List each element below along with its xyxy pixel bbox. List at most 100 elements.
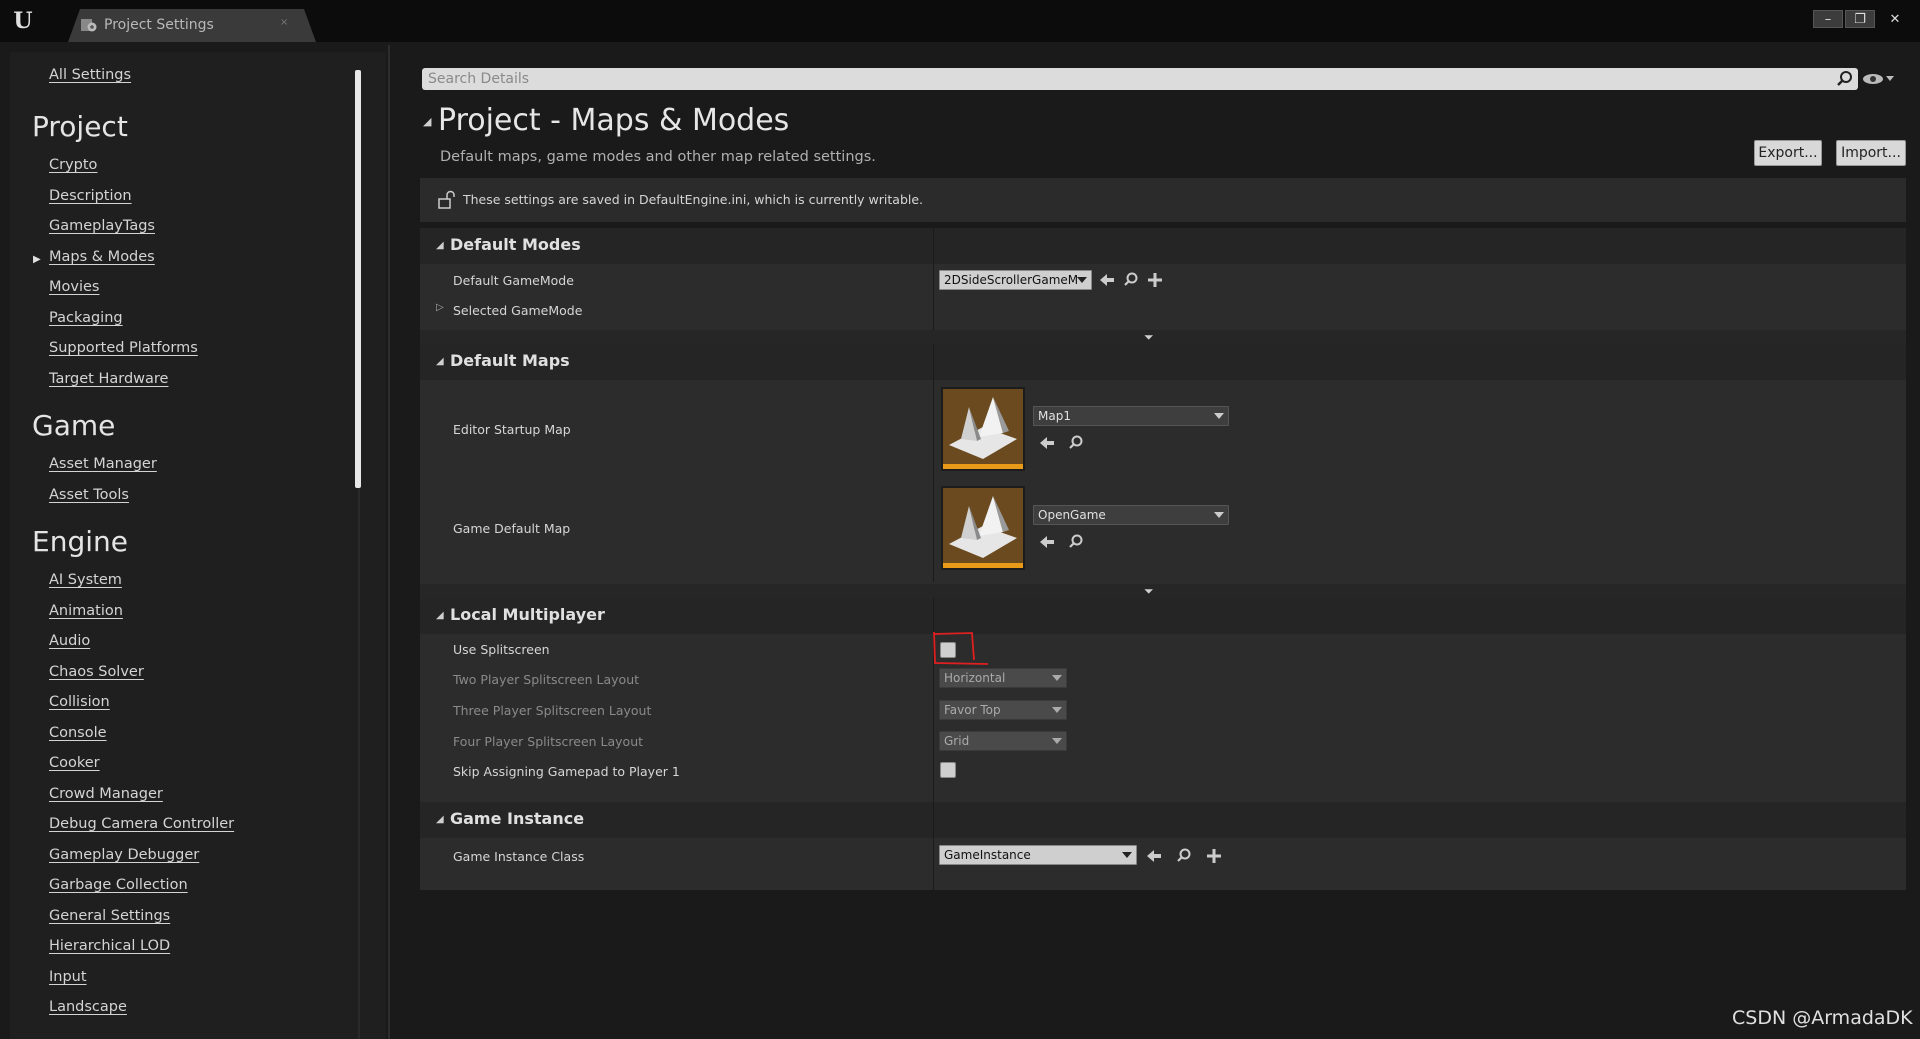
editor-startup-map-dropdown[interactable]: Map1 bbox=[1033, 406, 1229, 426]
sidebar-item-collision[interactable]: Collision bbox=[49, 694, 110, 710]
close-button[interactable]: ✕ bbox=[1880, 10, 1910, 28]
browse-search-icon[interactable] bbox=[1067, 533, 1085, 551]
section-default-maps: ◢ Default Maps Editor Startup Map Map1 G… bbox=[420, 344, 1906, 598]
chevron-down-icon bbox=[1214, 512, 1224, 518]
sidebar-item-gameplay-debugger[interactable]: Gameplay Debugger bbox=[49, 847, 199, 863]
collapse-arrow-icon[interactable]: ◢ bbox=[436, 356, 444, 367]
map-asset-icon bbox=[949, 397, 1017, 459]
expand-arrow-icon[interactable]: ▷ bbox=[436, 302, 444, 313]
advanced-expander[interactable]: ⏷ bbox=[420, 584, 1906, 598]
section-header-default-modes[interactable]: ◢ Default Modes bbox=[420, 228, 1906, 264]
tab-label: Project Settings bbox=[104, 17, 214, 33]
sidebar-item-hierarchical-lod[interactable]: Hierarchical LOD bbox=[49, 938, 170, 954]
column-divider[interactable] bbox=[933, 802, 934, 890]
browse-search-icon[interactable] bbox=[1067, 434, 1085, 452]
unlocked-icon bbox=[438, 190, 455, 209]
sidebar-item-general-settings[interactable]: General Settings bbox=[49, 908, 170, 924]
chevron-down-icon bbox=[1077, 277, 1087, 283]
sidebar-item-packaging[interactable]: Packaging bbox=[49, 310, 123, 326]
sidebar-item-gameplaytags[interactable]: GameplayTags bbox=[49, 218, 155, 234]
map-thumbnail[interactable] bbox=[941, 387, 1025, 471]
browse-search-icon[interactable] bbox=[1175, 847, 1193, 865]
sidebar-item-crypto[interactable]: Crypto bbox=[49, 157, 97, 173]
restore-button[interactable]: ❐ bbox=[1845, 10, 1875, 28]
export-button[interactable]: Export... bbox=[1754, 140, 1822, 166]
selected-gamemode-label[interactable]: Selected GameMode bbox=[453, 303, 582, 318]
sidebar-item-console[interactable]: Console bbox=[49, 725, 107, 741]
section-header-game-instance[interactable]: ◢ Game Instance bbox=[420, 802, 1906, 838]
four-player-layout-dropdown[interactable]: Grid bbox=[939, 731, 1067, 751]
three-player-layout-dropdown[interactable]: Favor Top bbox=[939, 700, 1067, 720]
tab-project-settings[interactable]: Project Settings × bbox=[68, 9, 316, 42]
game-default-map-dropdown[interactable]: OpenGame bbox=[1033, 505, 1229, 525]
dropdown-value: Grid bbox=[944, 734, 970, 748]
use-selected-arrow-icon[interactable] bbox=[1098, 271, 1116, 289]
column-divider[interactable] bbox=[933, 598, 934, 802]
column-divider[interactable] bbox=[933, 344, 934, 582]
collapse-arrow-icon[interactable]: ◢ bbox=[423, 115, 431, 128]
map-thumbnail[interactable] bbox=[941, 486, 1025, 570]
section-default-modes: ◢ Default Modes Default GameMode 2DSideS… bbox=[420, 228, 1906, 344]
default-gamemode-label: Default GameMode bbox=[453, 273, 574, 288]
use-selected-arrow-icon[interactable] bbox=[1038, 533, 1056, 551]
sidebar-item-maps-modes[interactable]: Maps & Modes bbox=[49, 249, 155, 265]
watermark: CSDN @ArmadaDK bbox=[1732, 1007, 1913, 1029]
four-player-layout-label: Four Player Splitscreen Layout bbox=[453, 734, 644, 749]
add-icon[interactable] bbox=[1205, 847, 1223, 865]
sidebar-item-description[interactable]: Description bbox=[49, 188, 132, 204]
sidebar-item-input[interactable]: Input bbox=[49, 969, 87, 985]
use-selected-arrow-icon[interactable] bbox=[1038, 434, 1056, 452]
minimize-button[interactable]: – bbox=[1813, 10, 1843, 28]
sidebar-item-landscape[interactable]: Landscape bbox=[49, 999, 127, 1015]
sidebar-scrollbar-track[interactable] bbox=[358, 488, 360, 1039]
column-divider[interactable] bbox=[933, 228, 934, 330]
sidebar-item-asset-tools[interactable]: Asset Tools bbox=[49, 487, 129, 503]
sidebar-item-ai-system[interactable]: AI System bbox=[49, 572, 122, 588]
panel-divider[interactable] bbox=[388, 45, 390, 1039]
use-selected-arrow-icon[interactable] bbox=[1145, 847, 1163, 865]
sidebar-item-asset-manager[interactable]: Asset Manager bbox=[49, 456, 157, 472]
default-gamemode-dropdown[interactable]: 2DSideScrollerGameM bbox=[939, 270, 1092, 290]
two-player-layout-label: Two Player Splitscreen Layout bbox=[453, 672, 640, 687]
section-header-local-multiplayer[interactable]: ◢ Local Multiplayer bbox=[420, 598, 1906, 634]
tab-close-icon[interactable]: × bbox=[280, 17, 288, 28]
sidebar-item-all-settings[interactable]: All Settings bbox=[49, 67, 131, 83]
sidebar-item-garbage-collection[interactable]: Garbage Collection bbox=[49, 877, 188, 893]
section-header-default-maps[interactable]: ◢ Default Maps bbox=[420, 344, 1906, 380]
settings-tab-icon bbox=[81, 19, 97, 32]
sidebar-item-crowd-manager[interactable]: Crowd Manager bbox=[49, 786, 163, 802]
search-details-box[interactable] bbox=[422, 68, 1858, 90]
sidebar-item-audio[interactable]: Audio bbox=[49, 633, 90, 649]
section-title: Default Modes bbox=[450, 235, 581, 254]
section-title: Default Maps bbox=[450, 351, 570, 370]
editor-startup-map-label: Editor Startup Map bbox=[453, 422, 571, 437]
page-subtitle: Default maps, game modes and other map r… bbox=[440, 149, 876, 165]
sidebar-item-target-hardware[interactable]: Target Hardware bbox=[49, 371, 168, 387]
advanced-chevron-icon: ⏷ bbox=[1144, 330, 1154, 344]
skip-gamepad-checkbox[interactable] bbox=[940, 762, 956, 778]
sidebar-item-cooker[interactable]: Cooker bbox=[49, 755, 100, 771]
search-icon[interactable] bbox=[1836, 70, 1854, 88]
view-options-eye-icon[interactable] bbox=[1862, 72, 1896, 86]
sidebar-scrollbar-thumb[interactable] bbox=[355, 70, 361, 488]
chevron-down-icon bbox=[1122, 852, 1132, 858]
sidebar-item-movies[interactable]: Movies bbox=[49, 279, 99, 295]
add-icon[interactable] bbox=[1146, 271, 1164, 289]
collapse-arrow-icon[interactable]: ◢ bbox=[436, 610, 444, 621]
two-player-layout-dropdown[interactable]: Horizontal bbox=[939, 668, 1067, 688]
collapse-arrow-icon[interactable]: ◢ bbox=[436, 814, 444, 825]
advanced-expander[interactable]: ⏷ bbox=[420, 330, 1906, 344]
sidebar-item-supported-platforms[interactable]: Supported Platforms bbox=[49, 340, 198, 356]
chevron-down-icon bbox=[1052, 675, 1062, 681]
sidebar-item-debug-camera-controller[interactable]: Debug Camera Controller bbox=[49, 816, 234, 832]
game-instance-class-dropdown[interactable]: GameInstance bbox=[939, 845, 1137, 865]
dropdown-value: GameInstance bbox=[944, 848, 1031, 862]
sidebar-item-animation[interactable]: Animation bbox=[49, 603, 123, 619]
collapse-arrow-icon[interactable]: ◢ bbox=[436, 240, 444, 251]
sidebar-item-chaos-solver[interactable]: Chaos Solver bbox=[49, 664, 144, 680]
search-input[interactable] bbox=[428, 70, 1808, 88]
browse-search-icon[interactable] bbox=[1122, 271, 1140, 289]
unreal-logo-icon: U bbox=[13, 8, 33, 34]
section-local-multiplayer: ◢ Local Multiplayer Use Splitscreen Two … bbox=[420, 598, 1906, 802]
import-button[interactable]: Import... bbox=[1836, 140, 1906, 166]
